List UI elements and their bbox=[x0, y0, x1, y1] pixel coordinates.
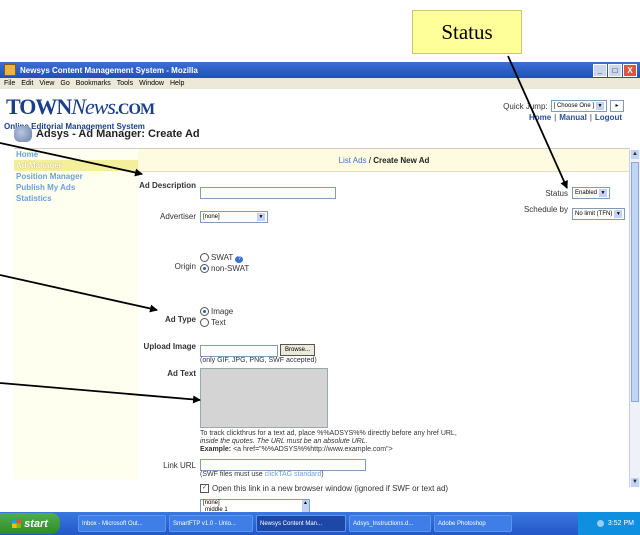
breadcrumb-separator: / bbox=[366, 155, 374, 165]
window-title: Newsys Content Management System - Mozil… bbox=[20, 65, 198, 75]
ad-type-label: Ad Type bbox=[165, 315, 196, 324]
browser-app-icon bbox=[4, 64, 16, 76]
windows-logo-icon bbox=[12, 519, 22, 528]
ad-description-input[interactable] bbox=[200, 187, 336, 199]
status-label: Status bbox=[545, 189, 568, 198]
scroll-up-icon[interactable]: ▲ bbox=[631, 150, 639, 159]
status-callout: Status bbox=[412, 10, 522, 54]
chevron-down-icon: ▼ bbox=[599, 189, 608, 197]
sidebar: Home Ad Manager Position Manager Publish… bbox=[14, 149, 138, 479]
ad-text-label: Ad Text bbox=[167, 369, 196, 378]
townnews-logo: TOWNNews.COM bbox=[6, 94, 155, 119]
status-select[interactable]: Enabled ▼ bbox=[572, 187, 611, 199]
link-url-label: Link URL bbox=[163, 461, 196, 470]
window-titlebar: Newsys Content Management System - Mozil… bbox=[0, 62, 640, 78]
chevron-down-icon: ▼ bbox=[596, 102, 604, 110]
menu-bar: File Edit View Go Bookmarks Tools Window… bbox=[0, 78, 640, 89]
tray-network-icon bbox=[596, 520, 604, 527]
ad-description-label: Ad Description bbox=[139, 181, 196, 190]
origin-option-swat[interactable]: SWAT ? bbox=[200, 253, 244, 263]
logout-link[interactable]: Logout bbox=[595, 113, 622, 122]
browser-window: Newsys Content Management System - Mozil… bbox=[0, 62, 640, 515]
new-window-checkbox[interactable]: ✓ bbox=[200, 484, 209, 494]
sidebar-item-ad-manager[interactable]: Ad Manager bbox=[14, 160, 138, 171]
taskbar-item-newsys[interactable]: Newsys Content Man... bbox=[256, 515, 346, 532]
sidebar-item-publish-my-ads[interactable]: Publish My Ads bbox=[14, 182, 138, 193]
breadcrumb-current: Create New Ad bbox=[373, 155, 430, 165]
help-example: Example: <a href="%%ADSYS%%http://www.ex… bbox=[200, 446, 393, 453]
sidebar-item-position-manager[interactable]: Position Manager bbox=[14, 171, 138, 182]
main-content: List Ads / Create New Ad Ad Description … bbox=[138, 149, 630, 515]
taskbar-item-outlook[interactable]: Inbox - Microsoft Out... bbox=[78, 515, 166, 532]
start-button[interactable]: start bbox=[0, 513, 60, 534]
taskbar-item-adsys-doc[interactable]: Adsys_Instructions.d... bbox=[349, 515, 431, 532]
system-tray: 3:52 PM bbox=[578, 512, 640, 535]
menu-tools[interactable]: Tools bbox=[117, 80, 133, 87]
menu-go[interactable]: Go bbox=[60, 80, 69, 87]
clock: 3:52 PM bbox=[607, 520, 634, 527]
help-icon[interactable]: ? bbox=[235, 256, 244, 263]
browse-button[interactable]: Browse... bbox=[280, 344, 316, 356]
manual-link[interactable]: Manual bbox=[559, 113, 587, 122]
status-callout-label: Status bbox=[441, 19, 493, 44]
taskbar-item-photoshop[interactable]: Adobe Photoshop bbox=[434, 515, 512, 532]
ad-type-option-text[interactable]: Text bbox=[200, 318, 226, 328]
menu-file[interactable]: File bbox=[4, 80, 15, 87]
windows-taskbar: start Inbox - Microsoft Out... SmartFTP … bbox=[0, 512, 640, 535]
ad-type-option-image[interactable]: Image bbox=[200, 307, 233, 317]
menu-help[interactable]: Help bbox=[170, 80, 184, 87]
position-option[interactable]: [none] bbox=[201, 500, 309, 507]
menu-bookmarks[interactable]: Bookmarks bbox=[76, 80, 111, 87]
schedule-select[interactable]: No limit (TFN) ▼ bbox=[572, 208, 626, 220]
advertiser-select[interactable]: [none] ▼ bbox=[200, 211, 268, 223]
maximize-button[interactable]: □ bbox=[608, 64, 622, 77]
scroll-down-icon[interactable]: ▼ bbox=[631, 478, 639, 487]
chevron-down-icon: ▼ bbox=[257, 213, 265, 221]
advertiser-label: Advertiser bbox=[159, 212, 196, 221]
origin-non-swat-radio[interactable] bbox=[200, 264, 209, 274]
menu-edit[interactable]: Edit bbox=[21, 80, 33, 87]
upload-image-input[interactable] bbox=[200, 345, 278, 357]
origin-option-non-swat[interactable]: non-SWAT bbox=[200, 264, 249, 274]
taskbar-item-smartftp[interactable]: SmartFTP v1.0 - Unlo... bbox=[169, 515, 253, 532]
ad-text-textarea[interactable] bbox=[200, 368, 328, 428]
clicktag-link[interactable]: clickTAG standard bbox=[265, 471, 322, 478]
quick-jump-label: Quick Jump: bbox=[503, 101, 548, 111]
chevron-down-icon: ▼ bbox=[614, 210, 623, 218]
list-ads-link[interactable]: List Ads bbox=[339, 156, 367, 165]
home-link[interactable]: Home bbox=[529, 113, 551, 122]
menu-view[interactable]: View bbox=[39, 80, 54, 87]
minimize-button[interactable]: _ bbox=[593, 64, 607, 77]
quick-jump-select[interactable]: [ Choose One ] ▼ bbox=[550, 100, 607, 112]
ad-type-text-radio[interactable] bbox=[200, 318, 209, 328]
sidebar-item-home[interactable]: Home bbox=[14, 149, 138, 160]
menu-window[interactable]: Window bbox=[139, 80, 164, 87]
upload-hint: (only GIF, JPG, PNG, SWF accepted) bbox=[200, 357, 317, 364]
link-url-input[interactable] bbox=[200, 459, 366, 471]
swf-hint: (SWF files must use clickTAG standard) bbox=[200, 471, 324, 478]
new-window-option[interactable]: ✓ Open this link in a new browser window … bbox=[200, 484, 448, 494]
schedule-label: Schedule by bbox=[523, 205, 568, 214]
page-scrollbar[interactable]: ▲ ▼ bbox=[629, 150, 640, 487]
ad-type-image-radio[interactable] bbox=[200, 307, 209, 317]
page-title-text: Adsys - Ad Manager: Create Ad bbox=[36, 128, 200, 140]
scrollbar-thumb[interactable] bbox=[631, 162, 639, 402]
origin-label: Origin bbox=[174, 262, 196, 271]
origin-swat-radio[interactable] bbox=[200, 253, 209, 263]
help-line-1: To track clickthrus for a text ad, place… bbox=[200, 430, 457, 437]
quick-jump: Quick Jump: [ Choose One ] ▼ ▸ bbox=[503, 100, 624, 112]
close-button[interactable]: X bbox=[623, 64, 637, 77]
quick-jump-go-button[interactable]: ▸ bbox=[610, 100, 624, 112]
breadcrumb: List Ads / Create New Ad bbox=[138, 149, 630, 172]
top-links: Home | Manual | Logout bbox=[528, 113, 622, 122]
page-title: Adsys - Ad Manager: Create Ad bbox=[14, 119, 200, 149]
help-line-2: inside the quotes. The URL must be an ab… bbox=[200, 438, 368, 445]
upload-image-label: Upload Image bbox=[143, 342, 196, 351]
sidebar-item-statistics[interactable]: Statistics bbox=[14, 193, 138, 204]
adsys-module-icon bbox=[14, 126, 32, 142]
